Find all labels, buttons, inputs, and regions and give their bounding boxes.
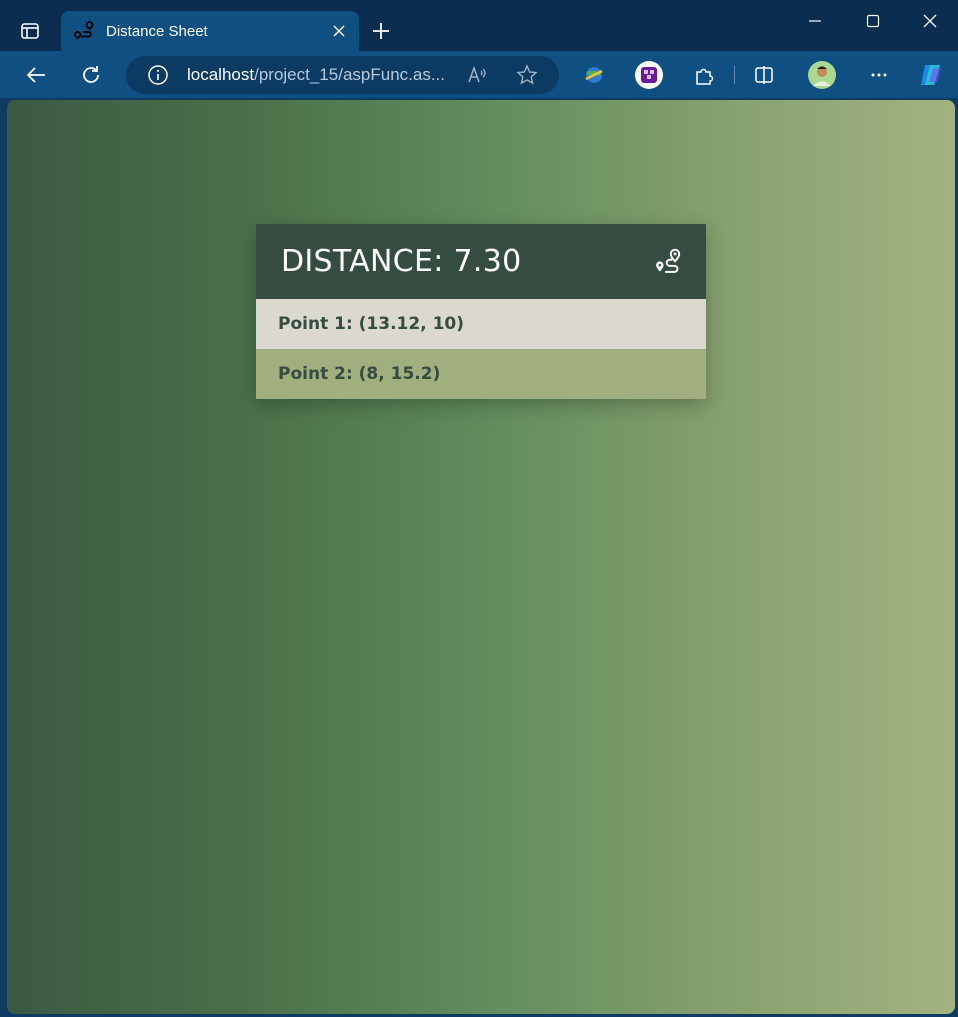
distance-value: DISTANCE: 7.30 — [281, 244, 522, 279]
profile-avatar[interactable] — [806, 59, 838, 91]
route-icon — [72, 19, 96, 43]
extensions-puzzle-icon[interactable] — [688, 59, 720, 91]
info-icon[interactable] — [147, 64, 169, 86]
tab-title: Distance Sheet — [106, 22, 208, 40]
close-window-icon[interactable] — [908, 6, 952, 36]
url-text: localhost/project_15/aspFunc.as... — [187, 65, 449, 85]
url-path: /project_15/aspFunc.as... — [254, 65, 445, 84]
more-options-icon[interactable] — [863, 59, 895, 91]
split-screen-icon[interactable] — [748, 59, 780, 91]
maximize-icon[interactable] — [851, 6, 895, 36]
refresh-icon[interactable] — [75, 59, 107, 91]
copilot-icon[interactable] — [915, 59, 947, 91]
toolbar-divider — [734, 66, 735, 84]
point-1-row: Point 1: (13.12, 10) — [256, 299, 706, 349]
minimize-icon[interactable] — [793, 6, 837, 36]
new-tab-icon[interactable] — [366, 16, 396, 46]
favorite-star-icon[interactable] — [516, 64, 538, 86]
url-host: localhost — [187, 65, 255, 84]
route-icon — [654, 248, 682, 276]
distance-card: DISTANCE: 7.30 Point 1: (13.12, 10) Poin… — [256, 224, 706, 399]
read-aloud-icon[interactable] — [467, 64, 489, 86]
browser-toolbar: localhost/project_15/aspFunc.as... — [0, 51, 958, 98]
distance-header: DISTANCE: 7.30 — [256, 224, 706, 299]
extension-app-icon[interactable] — [633, 59, 665, 91]
close-tab-icon[interactable] — [325, 17, 353, 45]
back-icon[interactable] — [20, 59, 52, 91]
point-2-row: Point 2: (8, 15.2) — [256, 349, 706, 399]
browser-tab[interactable]: Distance Sheet — [61, 11, 359, 51]
extension-globe-icon[interactable] — [578, 59, 610, 91]
title-bar: Distance Sheet — [0, 0, 958, 51]
address-bar[interactable]: localhost/project_15/aspFunc.as... — [126, 56, 559, 94]
page-viewport: DISTANCE: 7.30 Point 1: (13.12, 10) Poin… — [7, 100, 955, 1014]
tab-actions-icon[interactable] — [14, 15, 46, 47]
